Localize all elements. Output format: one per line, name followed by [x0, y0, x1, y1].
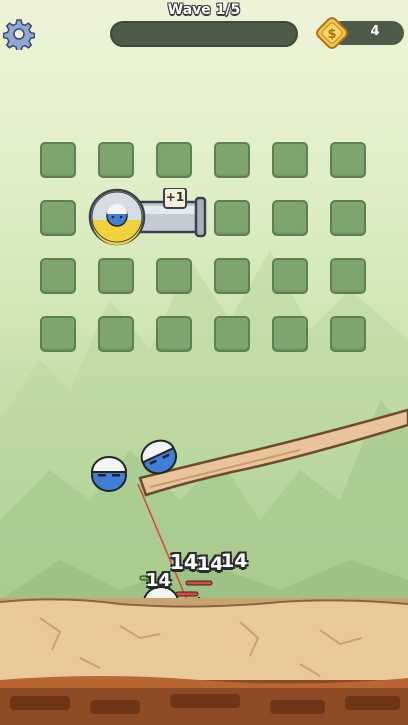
damage-number: 14 [148, 574, 149, 575]
damage-number: 14 [146, 570, 172, 591]
damage-number: 14 [197, 553, 224, 575]
game-scene[interactable]: Wave 1/5 4 $ +1 14 14 14 14 [0, 0, 408, 725]
damage-number: 14 [221, 550, 248, 572]
ground [0, 598, 408, 725]
damage-number: 14 [170, 550, 198, 574]
